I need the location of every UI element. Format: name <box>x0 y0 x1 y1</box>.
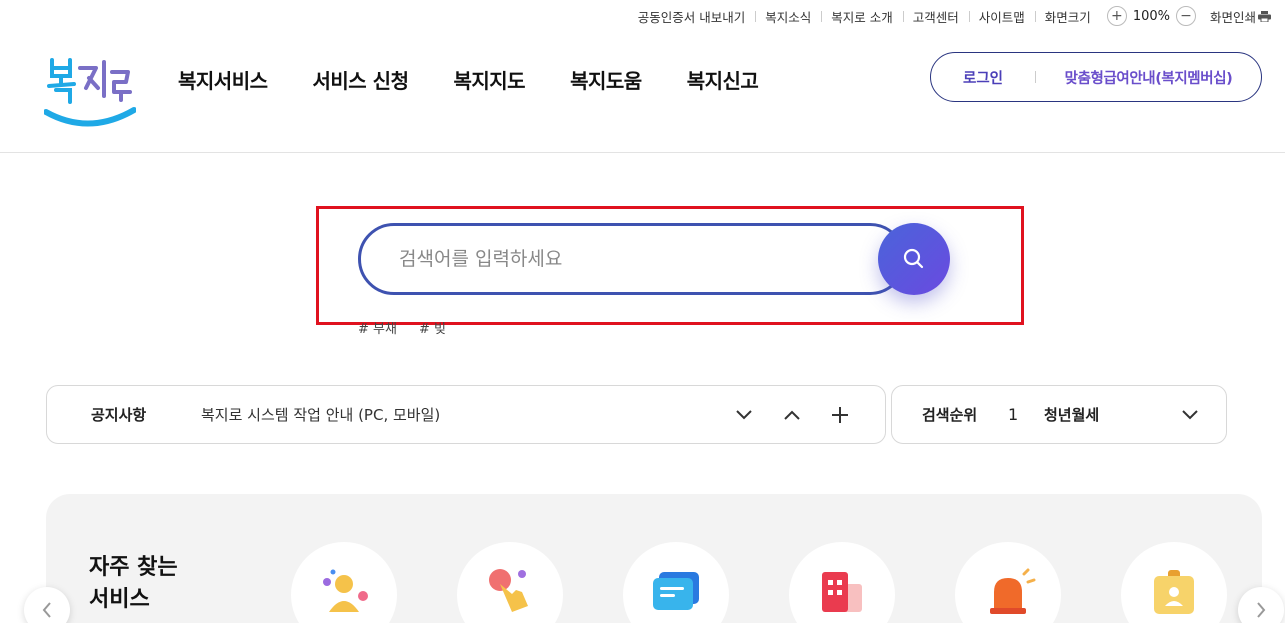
custom-benefit-button[interactable]: 맞춤형급여안내(복지멤버십) <box>1036 67 1261 88</box>
search-button[interactable] <box>878 223 950 295</box>
chevron-left-icon <box>42 602 51 618</box>
popular-hashtags: # 부채 # 빚 <box>358 318 446 337</box>
bokjiro-logo-icon <box>43 58 137 127</box>
ranking-expand-button[interactable] <box>1182 405 1198 424</box>
chevron-right-icon <box>1257 602 1266 618</box>
services-title: 자주 찾는 서비스 <box>89 552 178 616</box>
search-icon <box>903 248 924 269</box>
util-link-sitemap[interactable]: 사이트맵 <box>968 7 1035 26</box>
zoom-label: 화면크기 <box>1034 7 1101 26</box>
util-link-news[interactable]: 복지소식 <box>755 7 821 26</box>
ranking-term[interactable]: 청년월세 <box>1044 404 1099 425</box>
nav-welfare-map[interactable]: 복지지도 <box>453 65 525 94</box>
notice-next-button[interactable] <box>735 406 753 424</box>
util-link-certificate[interactable]: 공동인증서 내보내기 <box>628 7 755 26</box>
zoom-value: 100% <box>1132 8 1170 24</box>
services-title-line2: 서비스 <box>89 587 150 612</box>
print-label: 화면인쇄 <box>1209 9 1256 25</box>
ranking-number: 1 <box>1008 405 1019 424</box>
zoom-control: + 100% − <box>1106 6 1196 26</box>
nav-welfare-help[interactable]: 복지도움 <box>570 65 642 94</box>
nav-service-apply[interactable]: 서비스 신청 <box>313 65 409 94</box>
zoom-out-button[interactable]: − <box>1175 6 1196 26</box>
print-button[interactable]: 화면인쇄 <box>1202 7 1271 26</box>
zoom-in-button[interactable]: + <box>1106 6 1127 26</box>
hashtag-debt[interactable]: # 부채 <box>358 318 397 337</box>
hashtag-loan[interactable]: # 빚 <box>419 318 446 337</box>
service-item-4[interactable] <box>789 542 895 623</box>
plus-icon <box>832 406 848 423</box>
notice-text[interactable]: 복지로 시스템 작업 안내 (PC, 모바일) <box>201 404 440 425</box>
service-item-1[interactable] <box>291 542 397 623</box>
building-icon <box>822 572 862 612</box>
chevron-up-icon <box>784 410 800 420</box>
search-input[interactable] <box>358 223 906 295</box>
chevron-down-icon <box>736 409 752 419</box>
site-logo[interactable] <box>43 52 137 132</box>
nav-welfare-report[interactable]: 복지신고 <box>687 65 759 94</box>
notice-controls <box>735 406 849 424</box>
services-next-button[interactable] <box>1238 587 1284 623</box>
service-item-6[interactable] <box>1121 542 1227 623</box>
notice-label: 공지사항 <box>91 406 147 424</box>
login-button[interactable]: 로그인 <box>931 67 1035 88</box>
notice-more-button[interactable] <box>831 406 849 424</box>
service-item-2[interactable] <box>457 542 563 623</box>
printer-icon <box>1258 10 1271 22</box>
touch-icon <box>489 569 528 612</box>
nav-welfare-services[interactable]: 복지서비스 <box>178 65 268 94</box>
services-title-line1: 자주 찾는 <box>89 555 178 580</box>
id-card-icon <box>1154 570 1194 614</box>
message-icon <box>653 572 699 610</box>
people-icon <box>323 569 368 612</box>
member-box: 로그인 맞춤형급여안내(복지멤버십) <box>930 52 1262 102</box>
chevron-down-icon <box>1182 410 1198 420</box>
notice-prev-button[interactable] <box>783 406 801 424</box>
service-item-5[interactable] <box>955 542 1061 623</box>
frequent-services: 자주 찾는 서비스 <box>46 494 1262 623</box>
notice-bar: 공지사항 복지로 시스템 작업 안내 (PC, 모바일) <box>46 385 886 444</box>
util-link-about[interactable]: 복지로 소개 <box>821 7 902 26</box>
site-header: 복지서비스 서비스 신청 복지지도 복지도움 복지신고 로그인 맞춤형급여안내(… <box>0 30 1285 153</box>
service-item-3[interactable] <box>623 542 729 623</box>
search-ranking-bar: 검색순위 1 청년월세 <box>891 385 1227 444</box>
ranking-label: 검색순위 <box>922 406 978 424</box>
utility-bar: 공동인증서 내보내기 복지소식 복지로 소개 고객센터 사이트맵 화면크기 + … <box>628 5 1271 27</box>
util-link-support[interactable]: 고객센터 <box>902 7 969 26</box>
alarm-icon <box>990 568 1036 614</box>
main-nav: 복지서비스 서비스 신청 복지지도 복지도움 복지신고 <box>178 65 759 94</box>
search-bar <box>358 223 950 295</box>
